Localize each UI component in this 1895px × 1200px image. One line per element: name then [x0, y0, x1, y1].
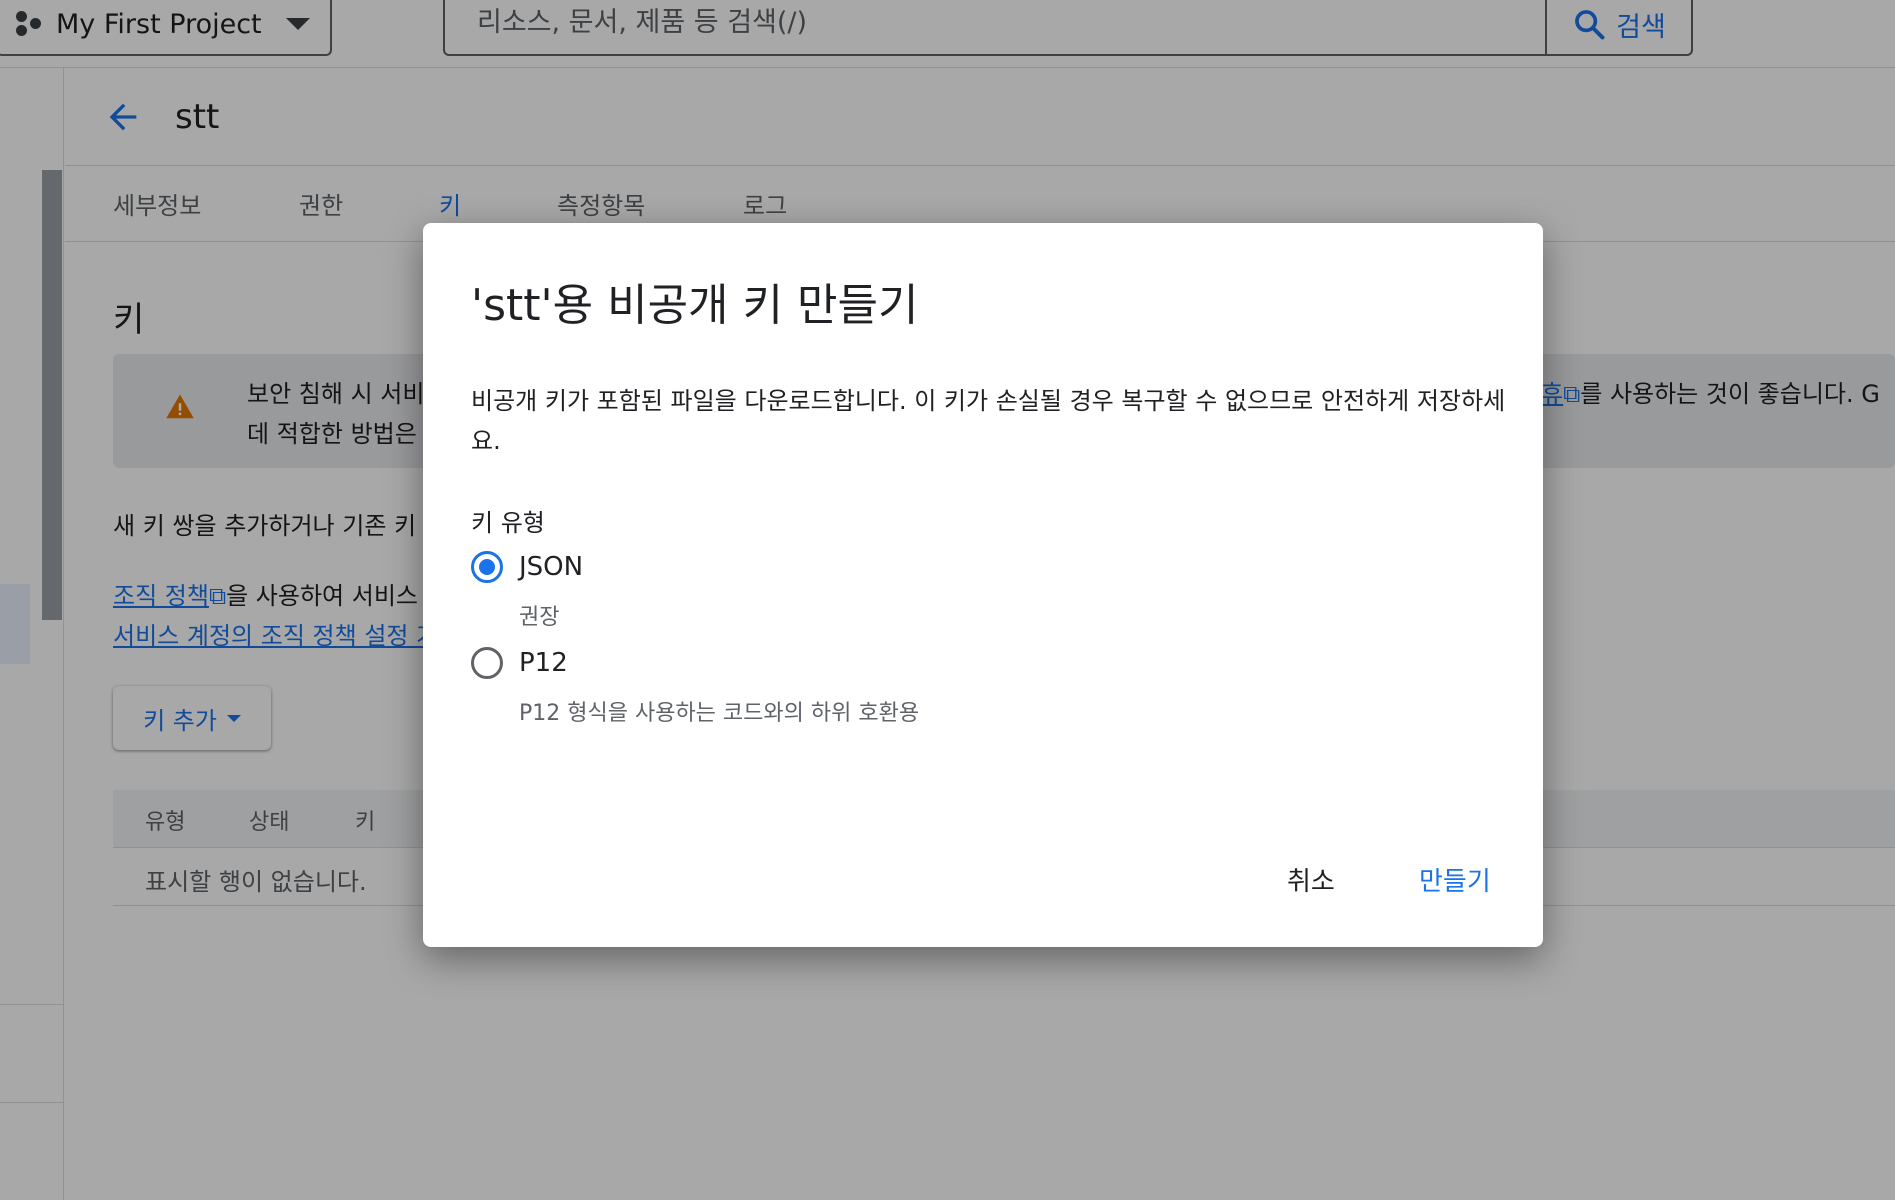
radio-p12-label[interactable]: P12 — [519, 648, 568, 678]
key-type-label: 키 유형 — [471, 509, 545, 537]
radio-option-p12[interactable]: P12 — [471, 647, 568, 679]
dialog-description: 비공개 키가 포함된 파일을 다운로드합니다. 이 키가 손실될 경우 복구할 … — [471, 387, 1506, 455]
dialog-title: 'stt'용 비공개 키 만들기 — [471, 280, 919, 331]
radio-json-sublabel: 권장 — [519, 605, 560, 630]
cancel-button[interactable]: 취소 — [1287, 861, 1335, 898]
radio-p12[interactable] — [471, 647, 503, 679]
radio-json[interactable] — [471, 551, 503, 583]
radio-p12-sublabel: P12 형식을 사용하는 코드와의 하위 호환용 — [519, 701, 920, 726]
create-private-key-dialog: 'stt'용 비공개 키 만들기 비공개 키가 포함된 파일을 다운로드합니다.… — [423, 223, 1543, 947]
radio-option-json[interactable]: JSON — [471, 551, 583, 583]
radio-json-label[interactable]: JSON — [519, 552, 583, 582]
create-button[interactable]: 만들기 — [1419, 861, 1491, 898]
